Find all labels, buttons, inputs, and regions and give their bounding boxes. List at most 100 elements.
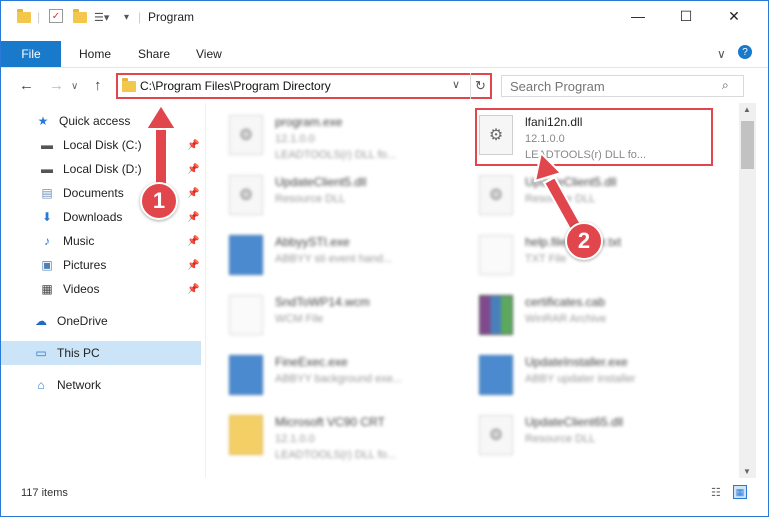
archive-icon: [479, 295, 513, 335]
sidebar-item-label: Local Disk (C:): [63, 138, 142, 152]
file-type: Resource DLL: [275, 193, 346, 205]
navigation-bar: ← → ∨ ↑ ∨ ↻ ⌕: [1, 67, 768, 103]
file-type: Resource DLL: [525, 193, 596, 205]
file-name: SndToWP14.wcm: [275, 295, 370, 309]
pin-icon: 📌: [187, 163, 200, 175]
highlight-box: [475, 108, 713, 166]
list-item[interactable]: Microsoft VC90 CRT 12.1.0.0 LEADTOOLS(r)…: [211, 407, 461, 463]
address-bar[interactable]: ∨ ↻: [116, 73, 492, 99]
scrollbar-thumb[interactable]: [741, 121, 754, 169]
recent-locations-icon[interactable]: ∨: [71, 81, 78, 92]
sidebar-item-label: Local Disk (D:): [63, 162, 142, 176]
quick-access-dropdown-icon[interactable]: ▾: [124, 9, 129, 25]
customize-toolbar-icon[interactable]: ☰▾: [94, 9, 109, 25]
cloud-icon: ☁: [35, 314, 47, 328]
pin-icon: 📌: [187, 235, 200, 247]
ribbon: File Home Share View ∨ ?: [1, 41, 768, 67]
executable-icon: [479, 355, 513, 395]
list-item[interactable]: ⚙ UpdateClient5.dll Resource DLL: [461, 167, 711, 223]
tab-view[interactable]: View: [196, 47, 222, 61]
sidebar-item-label: Videos: [63, 282, 100, 296]
vertical-scrollbar[interactable]: ▲ ▼: [739, 103, 756, 478]
search-icon[interactable]: ⌕: [722, 78, 729, 93]
list-item[interactable]: ⚙ UpdateClient5.dll Resource DLL: [211, 167, 461, 223]
list-item[interactable]: FineExec.exe ABBYY background exe...: [211, 347, 461, 403]
minimize-button[interactable]: —: [615, 1, 661, 31]
drive-icon: ▬: [41, 138, 53, 152]
list-item[interactable]: ⚙ program.exe 12.1.0.0 LEADTOOLS(r) DLL …: [211, 107, 461, 163]
sidebar-item-pictures[interactable]: ▣ Pictures 📌: [1, 253, 201, 277]
file-version: 12.1.0.0: [275, 133, 315, 145]
tab-share[interactable]: Share: [138, 47, 170, 61]
dll-gear-icon: ⚙: [479, 415, 513, 455]
list-item[interactable]: AbbyySTI.exe ABBYY sti event hand...: [211, 227, 461, 283]
file-version: 12.1.0.0: [275, 433, 315, 445]
close-button[interactable]: ✕: [711, 1, 757, 31]
properties-icon[interactable]: ✓: [49, 9, 63, 23]
scroll-up-icon[interactable]: ▲: [743, 105, 751, 114]
list-item[interactable]: UpdateInstaller.exe ABBY updater install…: [461, 347, 711, 403]
file-type: TXT File: [525, 253, 567, 265]
expand-ribbon-icon[interactable]: ∨: [717, 47, 726, 61]
sidebar-item-music[interactable]: ♪ Music 📌: [1, 229, 201, 253]
file-name: program.exe: [275, 115, 343, 129]
file-name: AbbyySTI.exe: [275, 235, 350, 249]
tab-file[interactable]: File: [1, 41, 61, 67]
list-item[interactable]: SndToWP14.wcm WCM File: [211, 287, 461, 343]
sidebar-item-label: Downloads: [63, 210, 123, 224]
separator: |: [37, 10, 41, 24]
file-name: UpdateClient65.dll: [525, 415, 624, 429]
sidebar-item-this-pc[interactable]: ▭ This PC: [1, 341, 201, 365]
folder-icon: [122, 78, 136, 92]
forward-arrow-icon[interactable]: →: [49, 77, 64, 94]
sidebar-item-label: OneDrive: [57, 314, 108, 328]
address-dropdown-icon[interactable]: ∨: [452, 78, 460, 91]
maximize-button[interactable]: ☐: [663, 1, 709, 31]
tiles-view-icon[interactable]: ▦: [733, 485, 747, 499]
help-icon[interactable]: ?: [738, 45, 752, 59]
file-name: Microsoft VC90 CRT: [275, 415, 385, 429]
search-box[interactable]: ⌕: [501, 75, 744, 97]
text-file-icon: [479, 235, 513, 275]
star-icon: ★: [37, 114, 49, 128]
window-title: Program: [148, 10, 195, 24]
sidebar-item-quick-access[interactable]: ★ Quick access: [1, 109, 201, 133]
list-item[interactable]: ⚙ UpdateClient65.dll Resource DLL: [461, 407, 711, 463]
documents-icon: ▤: [41, 186, 53, 200]
sidebar-item-videos[interactable]: ▦ Videos 📌: [1, 277, 201, 301]
pin-icon: 📌: [187, 211, 200, 223]
sidebar-item-local-disk-c[interactable]: ▬ Local Disk (C:) 📌: [1, 133, 201, 157]
back-arrow-icon[interactable]: ←: [19, 77, 34, 94]
sidebar-item-local-disk-d[interactable]: ▬ Local Disk (D:) 📌: [1, 157, 201, 181]
details-view-icon[interactable]: ☷: [711, 486, 721, 499]
new-folder-icon[interactable]: [73, 8, 87, 25]
tab-home[interactable]: Home: [79, 47, 111, 61]
file-name: UpdateClient5.dll: [275, 175, 367, 189]
file-description: ABBYY sti event hand...: [275, 253, 393, 265]
sidebar-item-onedrive[interactable]: ☁ OneDrive: [1, 309, 201, 333]
search-input[interactable]: [510, 79, 710, 94]
up-arrow-icon[interactable]: ↑: [94, 77, 102, 94]
address-input[interactable]: [140, 79, 460, 93]
executable-icon: [229, 235, 263, 275]
file-description: LEADTOOLS(r) DLL fo...: [275, 149, 397, 161]
pin-icon: 📌: [187, 259, 200, 271]
file-name: UpdateInstaller.exe: [525, 355, 628, 369]
scroll-down-icon[interactable]: ▼: [743, 467, 751, 476]
item-count: 117 items: [21, 487, 68, 499]
status-bar: 117 items ☷ ▦: [1, 483, 768, 505]
list-item[interactable]: certificates.cab WinRAR Archive: [461, 287, 711, 343]
sidebar-item-network[interactable]: ⌂ Network: [1, 373, 201, 397]
file-name: certificates.cab: [525, 295, 606, 309]
pictures-icon: ▣: [41, 258, 53, 272]
music-icon: ♪: [44, 234, 50, 248]
videos-icon: ▦: [41, 282, 53, 296]
sidebar-item-label: Network: [57, 378, 102, 392]
application-icon: ⚙: [229, 115, 263, 155]
file-description: ABBYY background exe...: [275, 373, 402, 385]
sidebar-item-label: Pictures: [63, 258, 107, 272]
dll-gear-icon: ⚙: [229, 175, 263, 215]
refresh-icon[interactable]: ↻: [470, 73, 490, 99]
file-type: WCM File: [275, 313, 324, 325]
folder-icon[interactable]: [17, 8, 31, 25]
